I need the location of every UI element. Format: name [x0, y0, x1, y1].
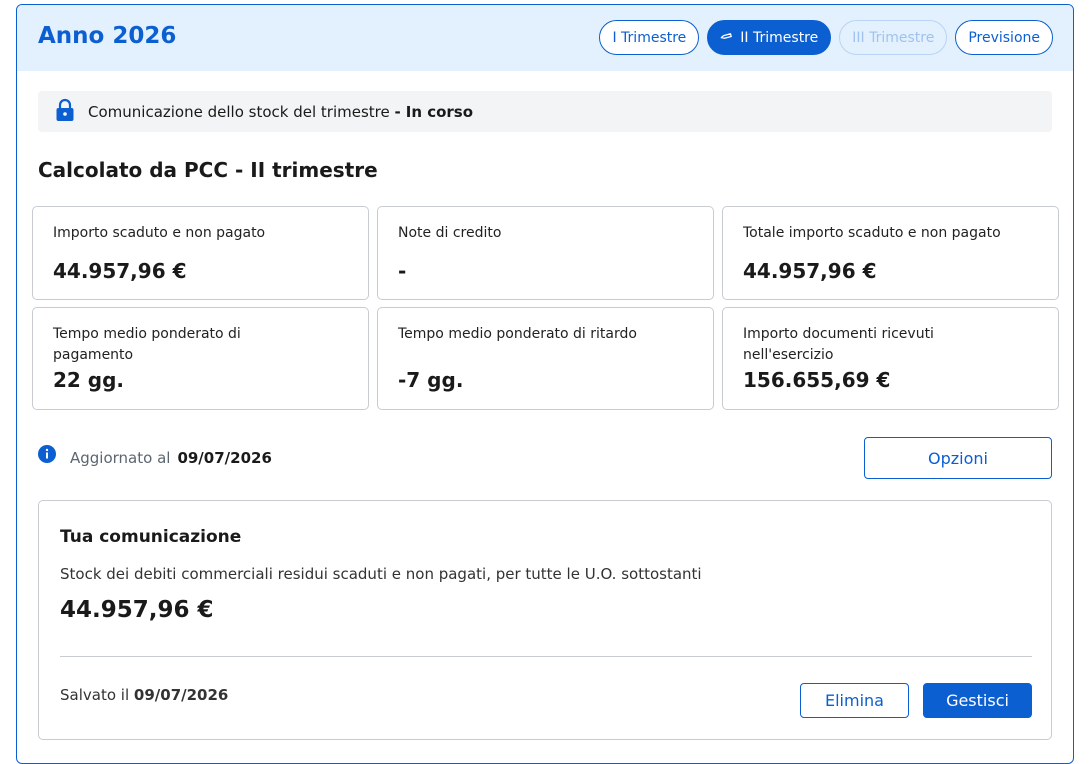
delete-button[interactable]: Elimina	[800, 683, 909, 718]
card-total-overdue: Totale importo scaduto e non pagato 44.9…	[722, 206, 1059, 300]
communication-card: Tua comunicazione Stock dei debiti comme…	[38, 500, 1052, 740]
divider	[60, 656, 1032, 657]
tab-second-quarter[interactable]: II Trimestre	[707, 20, 832, 55]
card-label: Tempo medio ponderato di pagamento	[53, 326, 241, 363]
tab-first-quarter[interactable]: I Trimestre	[599, 20, 700, 55]
saved-label: Salvato il	[60, 686, 130, 704]
card-delay-time: Tempo medio ponderato di ritardo -7 gg.	[377, 307, 714, 410]
status-badge: In corso	[405, 102, 474, 121]
quarter-tabs: I Trimestre II Trimestre III Trimestre P…	[599, 20, 1053, 55]
tab-label: III Trimestre	[852, 29, 935, 46]
notice-text: Comunicazione dello stock del trimestre	[88, 102, 390, 121]
card-value: 44.957,96 €	[53, 259, 187, 283]
manage-button[interactable]: Gestisci	[923, 683, 1032, 718]
tab-third-quarter: III Trimestre	[839, 20, 948, 55]
tab-label: Previsione	[968, 29, 1040, 46]
card-value: -7 gg.	[398, 368, 464, 392]
card-received-documents: Importo documenti ricevuti nell'esercizi…	[722, 307, 1059, 410]
info-icon	[38, 445, 70, 467]
card-label: Totale importo scaduto e non pagato	[743, 225, 1001, 241]
saved-info: Salvato il 09/07/2026	[60, 686, 228, 704]
card-value: 22 gg.	[53, 368, 125, 392]
panel-header: Anno 2026 I Trimestre II Trimestre III T…	[17, 5, 1073, 71]
card-label: Importo scaduto e non pagato	[53, 225, 266, 241]
year-panel: Anno 2026 I Trimestre II Trimestre III T…	[16, 4, 1074, 764]
card-value: 156.655,69 €	[743, 368, 891, 392]
section-title: Calcolato da PCC - II trimestre	[38, 158, 378, 182]
communication-description: Stock dei debiti commerciali residui sca…	[60, 565, 702, 583]
notice-separator: -	[394, 102, 401, 121]
card-label: Note di credito	[398, 225, 502, 241]
tab-label: I Trimestre	[612, 29, 687, 46]
card-label: Tempo medio ponderato di ritardo	[398, 326, 637, 342]
options-button[interactable]: Opzioni	[864, 437, 1052, 479]
communication-amount: 44.957,96 €	[60, 597, 214, 623]
lock-icon	[38, 98, 88, 126]
card-credit-notes: Note di credito -	[377, 206, 714, 300]
communication-title: Tua comunicazione	[60, 527, 242, 547]
tab-forecast[interactable]: Previsione	[955, 20, 1053, 55]
status-notice: Comunicazione dello stock del trimestre …	[38, 91, 1052, 132]
pencil-icon	[717, 28, 735, 47]
updated-date: 09/07/2026	[177, 449, 272, 467]
card-value: 44.957,96 €	[743, 259, 877, 283]
year-title: Anno 2026	[38, 23, 177, 49]
last-updated: Aggiornato al 09/07/2026	[38, 445, 272, 467]
tab-label: II Trimestre	[740, 29, 819, 46]
saved-date: 09/07/2026	[133, 686, 229, 704]
card-value: -	[398, 259, 407, 283]
card-label: Importo documenti ricevuti nell'esercizi…	[743, 326, 934, 363]
card-payment-time: Tempo medio ponderato di pagamento 22 gg…	[32, 307, 369, 410]
updated-label: Aggiornato al	[70, 449, 171, 467]
card-overdue-amount: Importo scaduto e non pagato 44.957,96 €	[32, 206, 369, 300]
